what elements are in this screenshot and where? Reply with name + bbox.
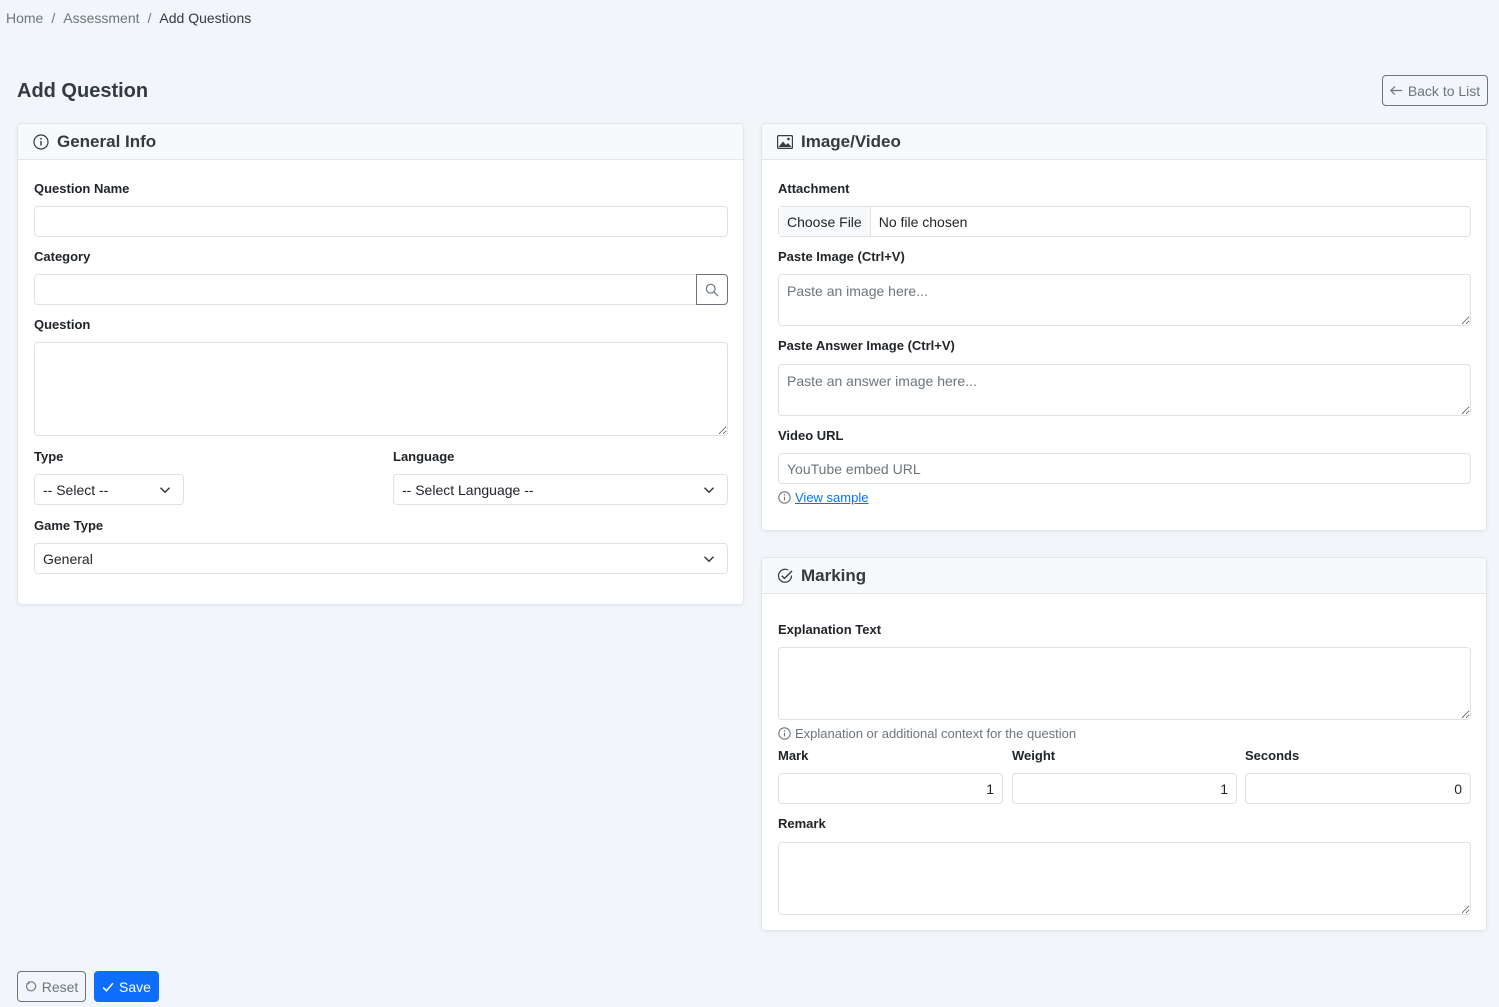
game-type-selected-value: General (43, 550, 93, 567)
explanation-hint-text: Explanation or additional context for th… (795, 726, 1077, 741)
general-info-card: General Info Question Name Category Ques… (17, 123, 744, 605)
marking-title: Marking (801, 565, 867, 585)
remark-textarea[interactable] (778, 842, 1471, 915)
image-video-header: Image/Video (762, 124, 1486, 160)
paste-answer-image-label: Paste Answer Image (Ctrl+V) (778, 338, 955, 353)
file-status: No file chosen (878, 213, 968, 230)
type-label: Type (34, 449, 64, 464)
general-info-header: General Info (18, 124, 743, 160)
image-icon (777, 134, 793, 149)
search-icon (705, 283, 719, 297)
reset-button[interactable]: Reset (17, 971, 86, 1002)
back-to-list-button[interactable]: Back to List (1382, 75, 1488, 106)
seconds-label: Seconds (1245, 748, 1300, 763)
image-video-title: Image/Video (801, 131, 901, 151)
marking-card: Marking Explanation Text Explanation or … (761, 557, 1487, 931)
seconds-input[interactable] (1245, 773, 1471, 804)
marking-header: Marking (762, 558, 1486, 594)
reset-label: Reset (41, 978, 79, 995)
question-label: Question (34, 317, 91, 332)
attachment-file-input[interactable]: Choose File No file chosen (778, 206, 1471, 237)
chevron-down-icon (703, 553, 715, 565)
category-label: Category (34, 249, 91, 264)
type-select[interactable]: -- Select -- (34, 474, 184, 505)
category-search-button[interactable] (696, 274, 728, 305)
explanation-hint: Explanation or additional context for th… (778, 726, 1076, 741)
language-selected-value: -- Select Language -- (402, 481, 534, 498)
video-url-label: Video URL (778, 428, 844, 443)
chevron-down-icon (159, 484, 171, 496)
breadcrumb-home[interactable]: Home (6, 10, 43, 26)
breadcrumb-separator: / (51, 10, 56, 26)
mark-label: Mark (778, 748, 809, 763)
question-textarea[interactable] (34, 342, 728, 436)
info-circle-icon (778, 491, 791, 504)
language-select[interactable]: -- Select Language -- (393, 474, 728, 505)
view-sample-hint: View sample (778, 490, 868, 505)
remark-label: Remark (778, 816, 826, 831)
chevron-down-icon (703, 484, 715, 496)
category-input[interactable] (34, 274, 698, 305)
arrow-left-icon (1389, 84, 1403, 97)
question-name-label: Question Name (34, 181, 130, 196)
language-label: Language (393, 449, 455, 464)
reset-icon (25, 980, 37, 993)
question-name-input[interactable] (34, 206, 728, 237)
explanation-label: Explanation Text (778, 622, 882, 637)
save-button[interactable]: Save (94, 971, 159, 1002)
breadcrumb: Home / Assessment / Add Questions (6, 10, 251, 26)
choose-file-button[interactable]: Choose File (779, 207, 871, 236)
paste-answer-image-area[interactable] (778, 364, 1471, 416)
attachment-label: Attachment (778, 181, 850, 196)
explanation-textarea[interactable] (778, 647, 1471, 720)
weight-label: Weight (1012, 748, 1056, 763)
weight-input[interactable] (1012, 773, 1237, 804)
mark-input[interactable] (778, 773, 1003, 804)
info-circle-icon (33, 133, 49, 150)
paste-image-area[interactable] (778, 274, 1471, 326)
page-title: Add Question (17, 80, 149, 102)
back-to-list-label: Back to List (1407, 82, 1481, 99)
view-sample-link[interactable]: View sample (795, 490, 868, 505)
type-selected-value: -- Select -- (43, 481, 109, 498)
game-type-label: Game Type (34, 518, 104, 533)
check-icon (102, 981, 114, 993)
breadcrumb-separator: / (147, 10, 152, 26)
paste-image-label: Paste Image (Ctrl+V) (778, 249, 905, 264)
info-circle-icon (778, 727, 791, 740)
video-url-input[interactable] (778, 453, 1471, 484)
breadcrumb-current: Add Questions (159, 10, 252, 26)
general-info-title: General Info (57, 131, 157, 151)
check-circle-icon (777, 568, 793, 584)
image-video-card: Image/Video Attachment Choose File No fi… (761, 123, 1487, 531)
breadcrumb-assessment[interactable]: Assessment (63, 10, 139, 26)
game-type-select[interactable]: General (34, 543, 728, 574)
save-label: Save (119, 978, 151, 995)
